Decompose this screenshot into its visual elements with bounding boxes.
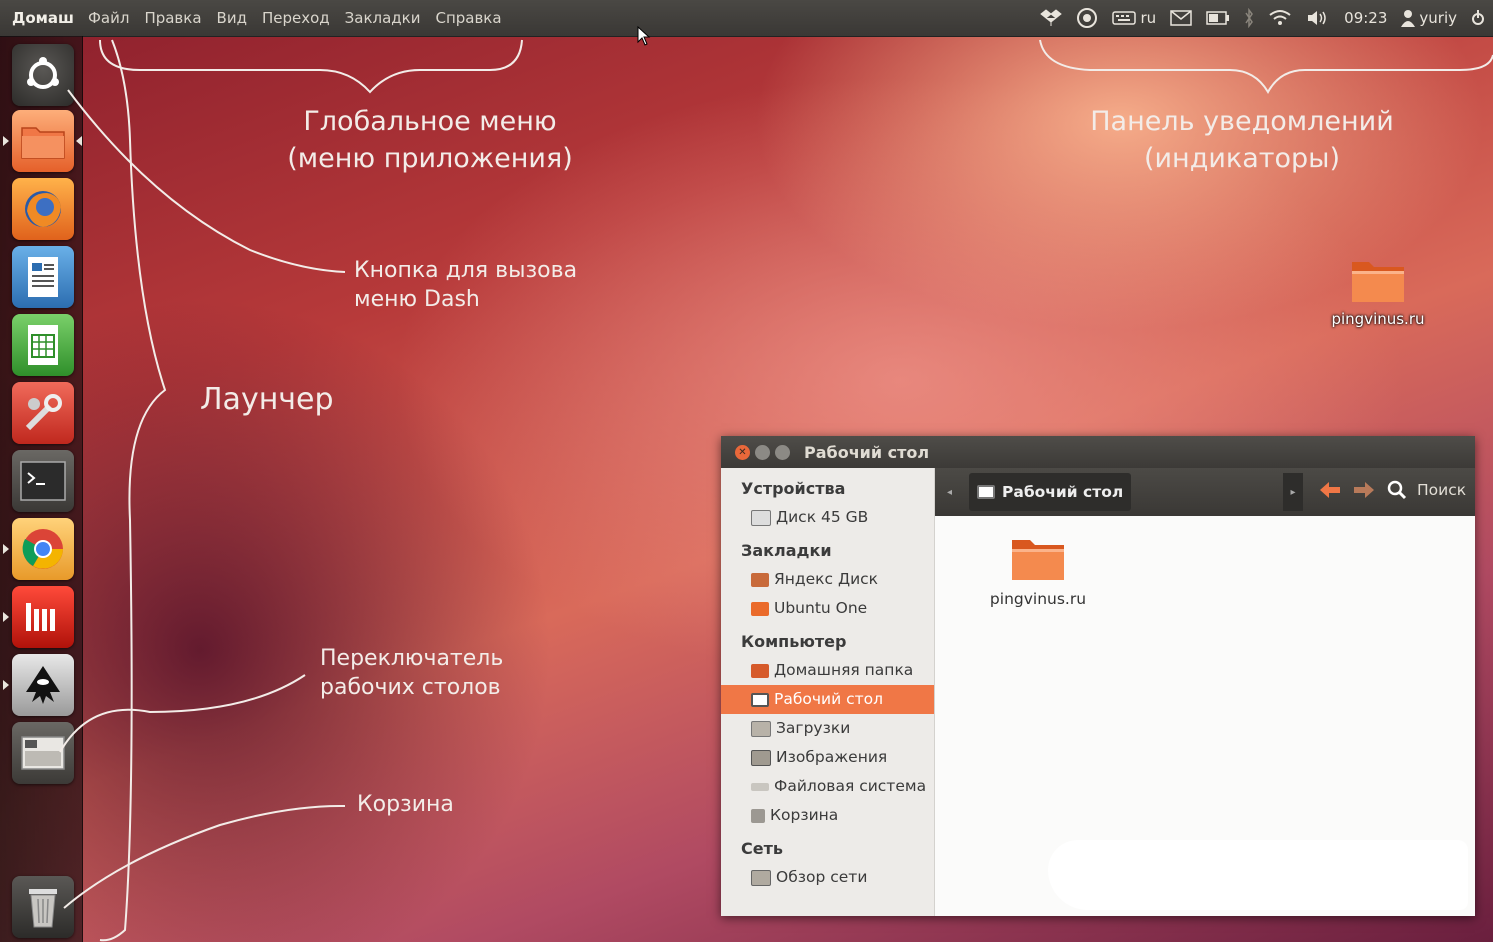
home-folder-icon [751, 663, 769, 678]
breadcrumb[interactable]: Рабочий стол [969, 473, 1132, 511]
annotation-notif-title: Панель уведомлений [1090, 106, 1394, 137]
sidebar-item-desktop[interactable]: Рабочий стол [721, 685, 934, 714]
sidebar-item-label: Ubuntu One [774, 599, 868, 617]
search-icon [1387, 480, 1407, 500]
redacted-area [1048, 840, 1468, 910]
sidebar-item-label: Файловая система [774, 777, 927, 795]
sidebar-item-downloads[interactable]: Загрузки [721, 714, 934, 743]
downloads-icon [751, 720, 771, 737]
sidebar-item-home[interactable]: Домашняя папка [721, 656, 934, 685]
sidebar-section-network: Сеть [741, 839, 783, 858]
annotation-switcher: Переключатель рабочих столов [320, 644, 503, 702]
window-toolbar: ◂ Рабочий стол ▸ Поиск [935, 468, 1475, 516]
breadcrumb-left-arrow-icon[interactable]: ◂ [947, 487, 952, 498]
sidebar-item-label: Корзина [770, 806, 839, 824]
annotation-dash-line2: меню Dash [354, 287, 480, 312]
folder-icon [1012, 540, 1064, 580]
sidebar-item-pictures[interactable]: Изображения [721, 743, 934, 772]
back-arrow-icon[interactable] [1317, 478, 1343, 506]
search-label: Поиск [1417, 481, 1467, 499]
desktop-icon [977, 485, 995, 499]
annotation-launcher: Лаунчер [200, 382, 334, 417]
sidebar-item-label: Обзор сети [776, 868, 868, 886]
close-button[interactable]: ✕ [735, 444, 750, 460]
window-titlebar[interactable]: ✕ Рабочий стол [721, 436, 1475, 468]
pictures-icon [751, 749, 771, 766]
annotation-global-menu-title: Глобальное меню [303, 106, 557, 137]
minimize-button[interactable] [755, 444, 770, 460]
breadcrumb-right-arrow-icon[interactable]: ▸ [1283, 473, 1303, 511]
sidebar-item-trash[interactable]: Корзина [721, 801, 934, 830]
sidebar-section-computer: Компьютер [741, 632, 847, 651]
desktop-icon-label: pingvinus.ru [1331, 310, 1425, 328]
desktop-icon-folder[interactable]: pingvinus.ru [1322, 254, 1434, 328]
places-sidebar: Устройства Диск 45 GB Закладки Яндекс Ди… [721, 468, 935, 916]
sidebar-item-label: Загрузки [776, 719, 851, 737]
annotation-switcher-line2: рабочих столов [320, 675, 501, 700]
annotation-notif-sub: (индикаторы) [1143, 143, 1341, 174]
drive-icon [751, 509, 771, 526]
annotation-global-menu-sub: (меню приложения) [287, 143, 573, 174]
sidebar-item-filesystem[interactable]: Файловая система [721, 772, 934, 801]
sidebar-item-label: Яндекс Диск [774, 570, 879, 588]
breadcrumb-label: Рабочий стол [1002, 483, 1124, 501]
sidebar-item-disk[interactable]: Диск 45 GB [721, 503, 934, 532]
sidebar-item-label: Домашняя папка [774, 661, 914, 679]
annotation-dash-button: Кнопка для вызова меню Dash [354, 256, 577, 314]
sidebar-section-devices: Устройства [741, 479, 846, 498]
forward-arrow-icon[interactable] [1351, 478, 1377, 506]
sidebar-item-ubuntu-one[interactable]: Ubuntu One [721, 594, 934, 623]
network-icon [751, 869, 771, 886]
file-item-label: pingvinus.ru [989, 590, 1087, 608]
filesystem-icon [751, 782, 769, 791]
sidebar-item-label: Диск 45 GB [776, 508, 869, 526]
annotation-global-menu: Глобальное меню (меню приложения) [250, 103, 610, 177]
annotation-switcher-line1: Переключатель [320, 646, 504, 671]
yandex-disk-icon [751, 572, 769, 587]
folder-icon [751, 601, 769, 616]
sidebar-item-yandex-disk[interactable]: Яндекс Диск [721, 565, 934, 594]
annotation-notif-panel: Панель уведомлений (индикаторы) [1060, 103, 1424, 177]
annotation-dash-line1: Кнопка для вызова [354, 258, 578, 283]
sidebar-item-label: Изображения [776, 748, 888, 766]
desktop-icon [751, 692, 769, 707]
file-item-folder[interactable]: pingvinus.ru [983, 532, 1093, 608]
sidebar-item-browse-network[interactable]: Обзор сети [721, 863, 934, 892]
search-button[interactable]: Поиск [1387, 480, 1466, 500]
window-title: Рабочий стол [804, 442, 930, 462]
sidebar-section-bookmarks: Закладки [741, 541, 832, 560]
sidebar-item-label: Рабочий стол [774, 690, 884, 708]
maximize-button[interactable] [775, 444, 790, 460]
annotation-trash: Корзина [357, 792, 454, 817]
trash-icon [751, 808, 765, 823]
folder-icon [1352, 262, 1404, 302]
